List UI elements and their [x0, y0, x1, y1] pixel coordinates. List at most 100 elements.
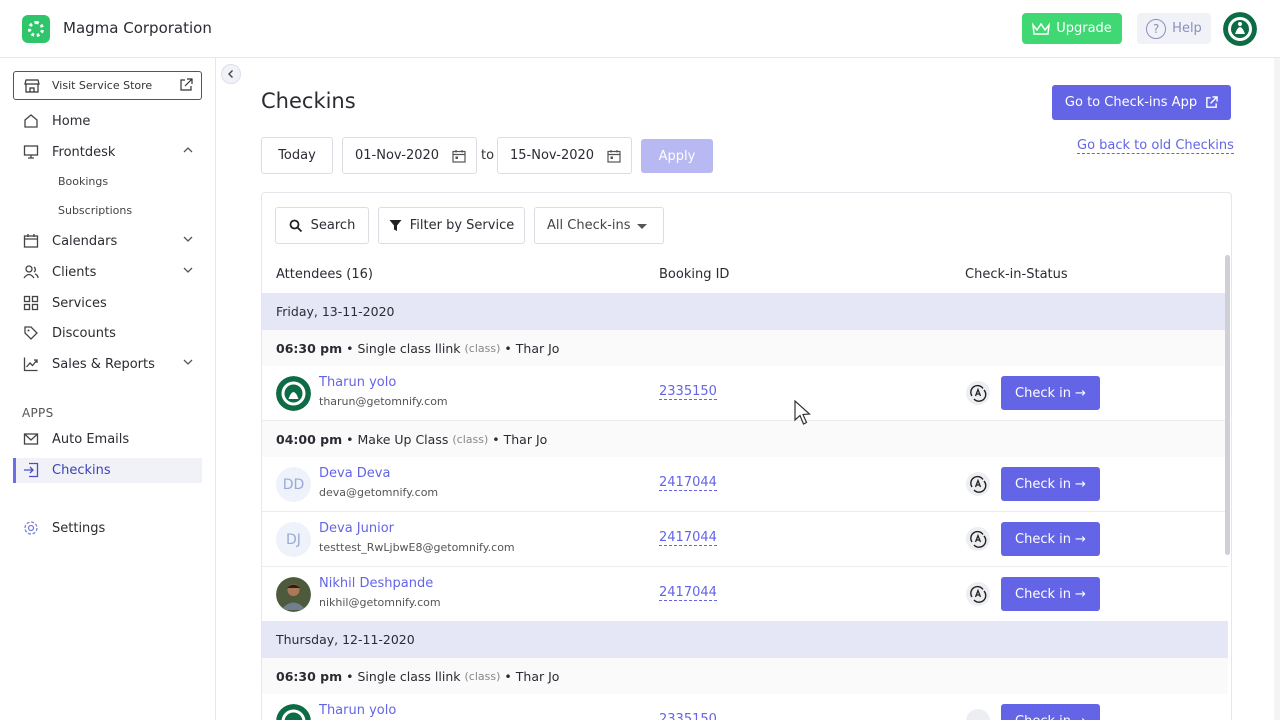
upgrade-button[interactable]: Upgrade: [1022, 13, 1122, 44]
sidebar: Visit Service Store Home Frontdesk Booki…: [0, 58, 216, 720]
booking-id-link[interactable]: 2417044: [659, 475, 717, 491]
slot-time: 06:30 pm: [276, 340, 343, 356]
attendee-avatar: [276, 376, 311, 411]
search-label: Search: [310, 218, 356, 233]
page-scrollbar[interactable]: [1274, 58, 1280, 720]
sidebar-item-discounts[interactable]: Discounts: [22, 322, 116, 344]
check-in-label: Check in: [1015, 385, 1072, 401]
slot-separator: •: [504, 668, 512, 684]
sidebar-item-clients[interactable]: Clients: [22, 261, 193, 283]
check-in-button[interactable]: Check in →: [1001, 577, 1100, 611]
to-date-field[interactable]: 15-Nov-2020: [497, 137, 632, 174]
check-in-button[interactable]: Check in →: [1001, 376, 1100, 410]
tag-icon: [22, 324, 40, 342]
today-button[interactable]: Today: [261, 137, 333, 174]
auto-checkin-icon[interactable]: [966, 582, 990, 606]
help-button[interactable]: ? Help: [1137, 13, 1211, 44]
slot-separator: •: [346, 668, 354, 684]
top-bar: Magma Corporation Upgrade ? Help: [0, 0, 1280, 58]
monitor-icon: [22, 143, 40, 161]
attendee-name-link[interactable]: Deva Deva: [319, 466, 390, 481]
attendee-name-link[interactable]: Deva Junior: [319, 521, 394, 536]
arrow-right-icon: →: [1075, 476, 1086, 492]
date-range-separator: to: [481, 148, 495, 163]
attendee-name-link[interactable]: Tharun yolo: [319, 703, 396, 718]
sidebar-item-label: Sales & Reports: [52, 356, 155, 372]
sidebar-item-checkins[interactable]: Checkins: [22, 459, 111, 481]
auto-checkin-icon[interactable]: [966, 527, 990, 551]
check-in-label: Check in: [1015, 714, 1071, 720]
check-in-button[interactable]: Check in →: [1001, 522, 1100, 556]
sidebar-item-services[interactable]: Services: [22, 292, 107, 314]
booking-id-link[interactable]: 2417044: [659, 530, 717, 546]
column-header-status: Check-in-Status: [965, 267, 1068, 282]
chevron-down-icon[interactable]: [182, 264, 194, 276]
auto-checkin-icon[interactable]: [966, 472, 990, 496]
check-in-label: Check in: [1015, 586, 1072, 602]
attendee-avatar: [276, 577, 311, 612]
chevron-down-icon[interactable]: [182, 356, 194, 368]
filter-by-service-button[interactable]: Filter by Service: [378, 207, 525, 244]
filter-icon: [389, 220, 402, 231]
slot-host: Thar Jo: [515, 340, 560, 356]
table-scrollbar[interactable]: [1225, 255, 1230, 555]
chevron-up-icon[interactable]: [182, 144, 194, 156]
visit-store-label: Visit Service Store: [52, 79, 153, 92]
sidebar-item-calendars[interactable]: Calendars: [22, 230, 193, 252]
sidebar-item-frontdesk[interactable]: Frontdesk: [22, 141, 193, 163]
brand-logo[interactable]: [22, 15, 50, 43]
external-link-icon: [180, 78, 193, 91]
table-row: DJ Deva Junior testtest_RwLjbwE8@getomni…: [262, 512, 1228, 567]
day-label: Friday, 13-11-2020: [276, 304, 395, 319]
slot-name: Single class llink: [357, 340, 461, 356]
sidebar-item-label: Clients: [52, 264, 97, 280]
day-group-header: Thursday, 12-11-2020: [262, 621, 1228, 658]
slot-name: Single class llink: [357, 668, 461, 684]
sidebar-item-auto-emails[interactable]: Auto Emails: [22, 428, 129, 450]
collapse-sidebar-button[interactable]: [221, 64, 241, 84]
sidebar-subitem-subscriptions[interactable]: Subscriptions: [58, 204, 132, 217]
from-date-field[interactable]: 01-Nov-2020: [342, 137, 477, 174]
slot-time: 06:30 pm: [276, 668, 343, 684]
apply-button[interactable]: Apply: [641, 139, 713, 173]
auto-checkin-icon[interactable]: [966, 381, 990, 405]
external-link-icon: [1206, 96, 1218, 108]
sidebar-item-home[interactable]: Home: [22, 110, 90, 132]
sidebar-item-sales-reports[interactable]: Sales & Reports: [22, 353, 193, 375]
table-row: Tharun yolo tharun@getomnify.com 2335150…: [262, 366, 1228, 421]
arrow-right-icon: →: [1075, 531, 1086, 547]
sidebar-item-settings[interactable]: Settings: [22, 517, 105, 539]
sidebar-item-label: Discounts: [52, 325, 116, 341]
user-avatar[interactable]: [1223, 12, 1257, 46]
time-slot-header: 06:30 pm • Single class llink (class) • …: [262, 658, 1228, 694]
upgrade-label: Upgrade: [1056, 21, 1112, 36]
chevron-down-icon[interactable]: [182, 233, 194, 245]
column-header-attendees: Attendees (16): [276, 267, 373, 282]
old-checkins-link[interactable]: Go back to old Checkins: [1077, 138, 1234, 154]
attendee-name-link[interactable]: Nikhil Deshpande: [319, 576, 433, 591]
caret-down-icon: [637, 224, 647, 229]
auto-checkin-icon[interactable]: [966, 709, 990, 720]
attendee-email: nikhil@getomnify.com: [319, 596, 441, 609]
store-icon: [24, 78, 40, 93]
calendar-icon: [22, 232, 40, 250]
attendee-name-link[interactable]: Tharun yolo: [319, 375, 396, 390]
check-in-button[interactable]: Check in →: [1001, 704, 1100, 720]
sidebar-item-label: Frontdesk: [52, 144, 116, 160]
sidebar-item-label: Checkins: [52, 462, 111, 478]
to-date-value: 15-Nov-2020: [510, 148, 595, 163]
booking-id-link[interactable]: 2335150: [659, 712, 717, 720]
go-to-checkins-app-button[interactable]: Go to Check-ins App: [1052, 85, 1231, 120]
sidebar-subitem-bookings[interactable]: Bookings: [58, 175, 108, 188]
check-in-label: Check in: [1015, 476, 1072, 492]
help-icon: ?: [1146, 18, 1167, 39]
booking-id-link[interactable]: 2335150: [659, 384, 717, 400]
apps-section-label: APPS: [22, 406, 54, 420]
attendee-email: testtest_RwLjbwE8@getomnify.com: [319, 541, 515, 554]
check-in-button[interactable]: Check in →: [1001, 467, 1100, 501]
sidebar-item-label: Home: [52, 113, 91, 129]
booking-id-link[interactable]: 2417044: [659, 585, 717, 601]
checkin-status-select[interactable]: All Check-ins: [534, 207, 664, 244]
search-button[interactable]: Search: [275, 207, 369, 244]
visit-store-button[interactable]: Visit Service Store: [13, 71, 202, 100]
